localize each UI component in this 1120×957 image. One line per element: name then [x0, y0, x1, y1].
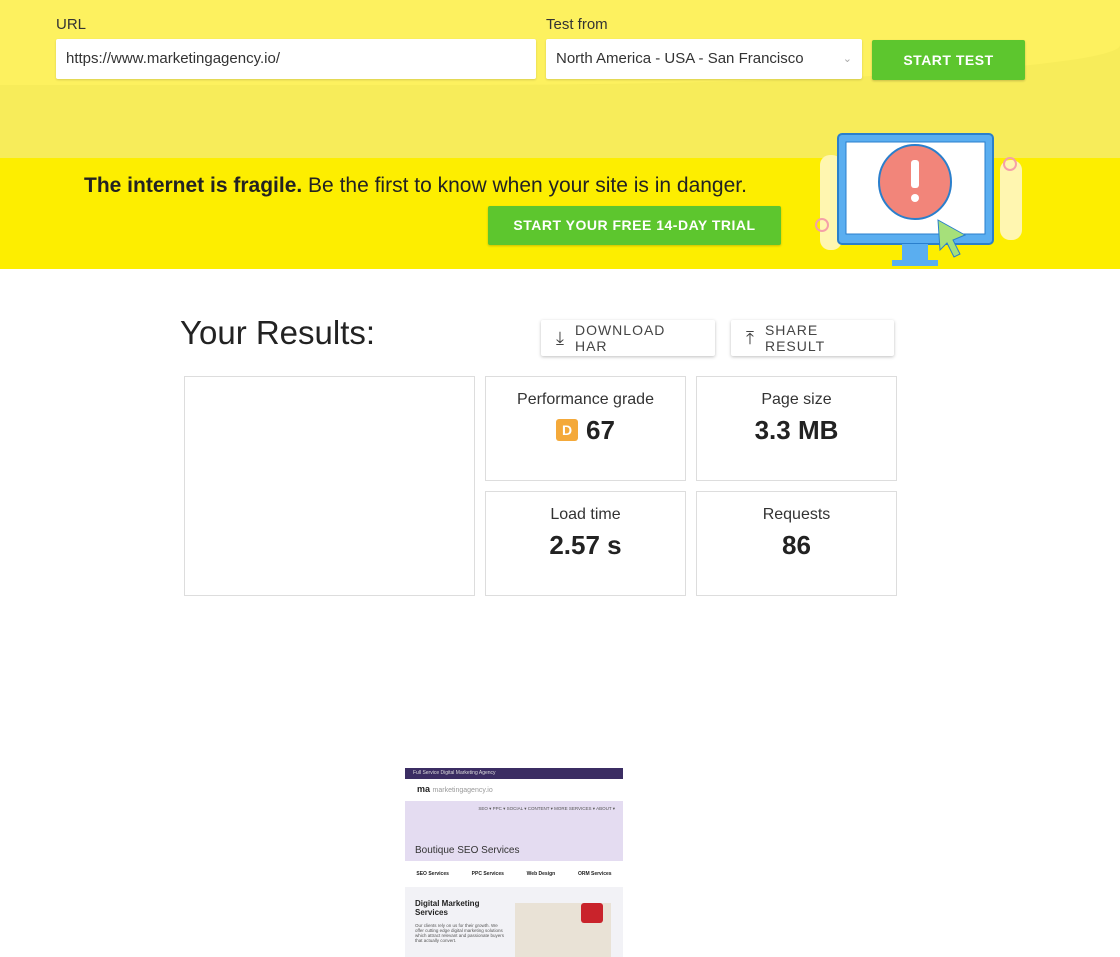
chevron-down-icon: ⌄ [842, 53, 852, 65]
page-size-card: Page size 3.3 MB [696, 376, 897, 481]
metric-value: 86 [782, 530, 811, 560]
download-icon: ⤓ [556, 327, 565, 348]
thumb-topbar: Full Service Digital Marketing Agency [405, 768, 623, 779]
location-value: North America - USA - San Francisco [556, 50, 804, 67]
location-label: Test from [546, 16, 608, 33]
grade-badge: D [556, 419, 579, 441]
results-title: Your Results: [180, 314, 376, 351]
share-icon: ⤒ [746, 327, 755, 348]
performance-grade-card: Performance grade D 67 [485, 376, 686, 481]
metric-value: 2.57 s [549, 530, 622, 560]
share-result-button[interactable]: ⤒ SHARE RESULT [731, 320, 894, 356]
banner-headline: The internet is fragile. Be the first to… [84, 174, 747, 198]
thumb-section-title: Digital Marketing Services [415, 899, 480, 917]
location-select[interactable]: North America - USA - San Francisco ⌄ [546, 39, 862, 79]
page-screenshot: Full Service Digital Marketing Agency ma… [405, 768, 623, 957]
url-input[interactable]: https://www.marketingagency.io/ [56, 39, 536, 79]
metric-label: Performance grade [517, 391, 654, 408]
thumb-service: SEO Services [416, 871, 449, 877]
thumb-service: Web Design [526, 871, 556, 877]
headline-bold: The internet is fragile. [84, 174, 303, 197]
thumb-image [515, 903, 611, 957]
download-har-button[interactable]: ⤓ DOWNLOAD HAR [541, 320, 715, 356]
requests-card: Requests 86 [696, 491, 897, 596]
metric-label: Load time [550, 506, 621, 523]
thumb-hero: Boutique SEO Services [415, 845, 520, 856]
url-label: URL [56, 16, 87, 33]
thumb-service: ORM Services [577, 871, 612, 877]
thumb-service: PPC Services [471, 871, 504, 877]
share-label: SHARE RESULT [764, 322, 826, 354]
thumb-domain: marketingagency.io [432, 787, 493, 794]
monitor-alert-illustration [815, 133, 1022, 266]
free-trial-button[interactable]: START YOUR FREE 14-DAY TRIAL [488, 206, 781, 245]
page-screenshot-card: Full Service Digital Marketing Agency ma… [184, 376, 623, 957]
metric-label: Page size [761, 391, 832, 408]
start-test-button[interactable]: START TEST [872, 40, 1025, 80]
download-label: DOWNLOAD HAR [574, 322, 666, 354]
metric-value: 3.3 MB [754, 415, 839, 445]
metric-label: Requests [762, 506, 831, 523]
thumb-section-text: Our clients rely on us for their growth.… [415, 923, 505, 943]
metric-value: 67 [586, 415, 615, 445]
thumb-logo: ma [417, 784, 431, 794]
load-time-card: Load time 2.57 s [485, 491, 686, 596]
thumb-nav: SEO ▾ PPC ▾ SOCIAL ▾ CONTENT ▾ MORE SERV… [478, 806, 615, 811]
headline-rest: Be the first to know when your site is i… [302, 174, 747, 197]
